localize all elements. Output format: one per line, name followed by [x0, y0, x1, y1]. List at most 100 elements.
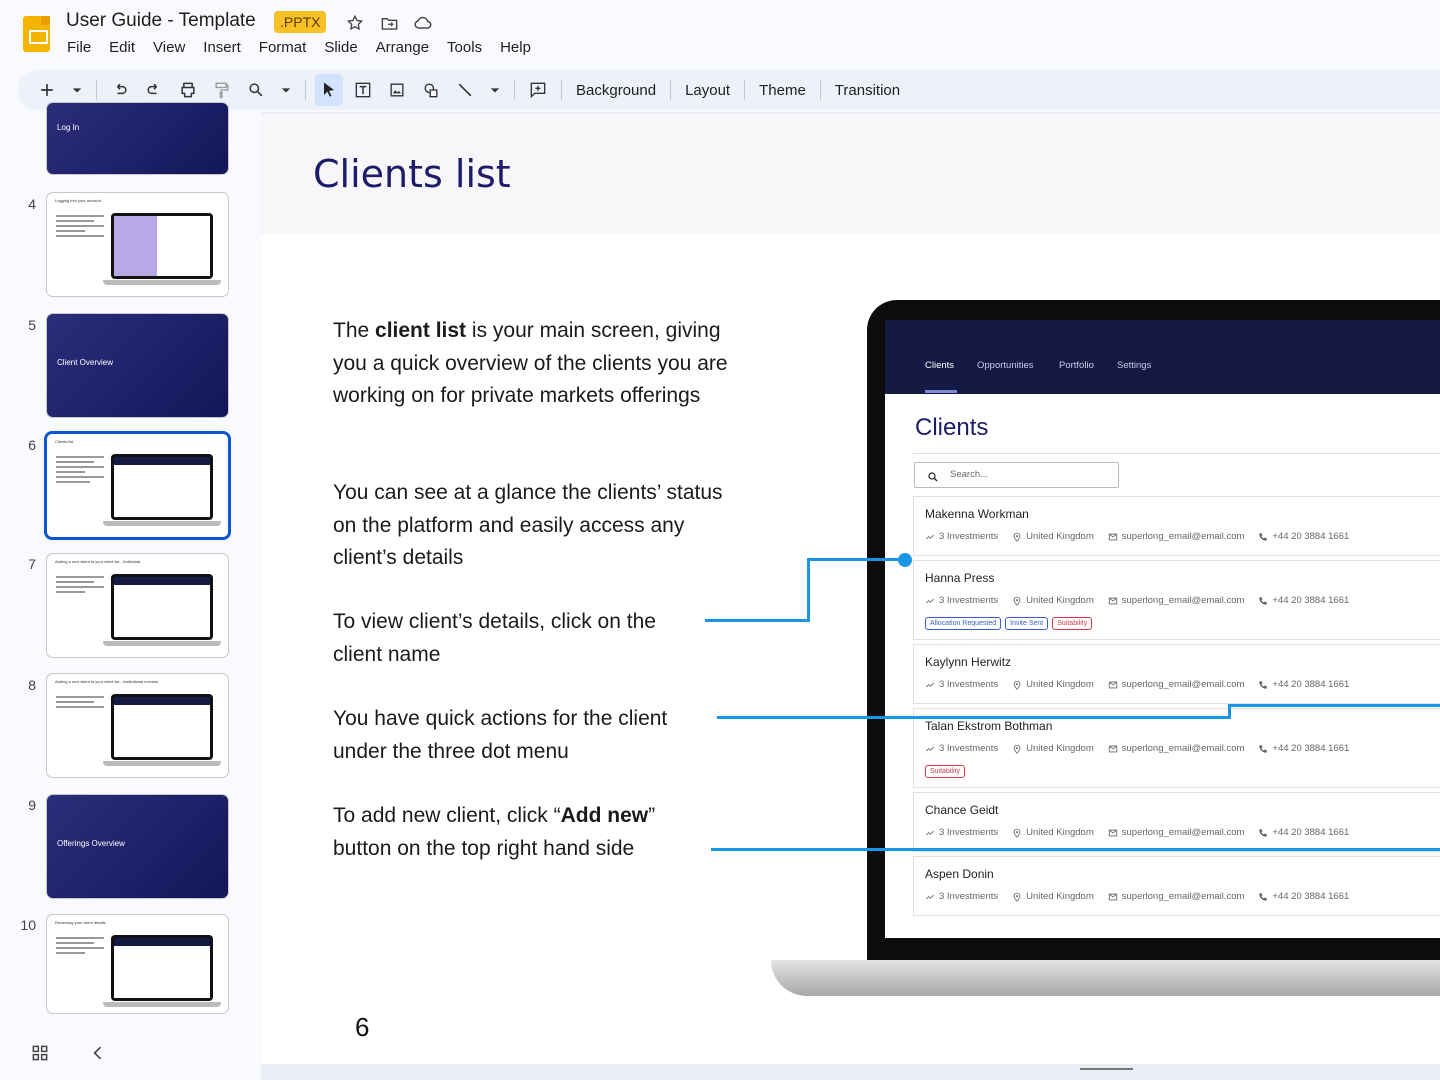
slide-title[interactable]: Clients list: [313, 152, 511, 196]
menu-slide[interactable]: Slide: [315, 38, 366, 58]
text-box-icon[interactable]: [349, 74, 377, 106]
slide-number: 6: [28, 437, 36, 453]
menu-edit[interactable]: Edit: [100, 38, 144, 58]
thumbnail-laptop-image: [103, 454, 221, 526]
phone-icon: +44 20 3884 1661: [1258, 679, 1349, 690]
thumbnail-laptop-image: [103, 694, 221, 766]
toolbar-divider: [305, 80, 306, 100]
line-icon[interactable]: [451, 74, 479, 106]
slide-number: 4: [28, 196, 36, 212]
thumbnail-laptop-image: [103, 935, 221, 1007]
slide-paragraph-2[interactable]: You can see at a glance the clients’ sta…: [333, 477, 728, 575]
line-dropdown-icon[interactable]: [485, 74, 505, 106]
laptop-mockup-image: Clients Opportunities Portfolio Settings…: [867, 300, 1440, 960]
menu-format[interactable]: Format: [250, 38, 316, 58]
slide[interactable]: Clients list The client list is your mai…: [261, 114, 1440, 1064]
thumbnail-title: Clients list: [55, 439, 74, 444]
grid-view-icon[interactable]: [30, 1043, 50, 1068]
email-icon: superlong_email@email.com: [1108, 891, 1244, 902]
thumbnail-text-lines: [56, 456, 104, 486]
menu-tools[interactable]: Tools: [438, 38, 491, 58]
laptop-base: [771, 960, 1440, 996]
title-bar: User Guide - Template .PPTX File Edit Vi…: [0, 0, 1440, 68]
toolbar: Background Layout Theme Transition: [18, 70, 1440, 110]
slide-thumbnail-7[interactable]: Adding a new client to your client list …: [46, 553, 229, 658]
toolbar-divider: [744, 80, 746, 100]
callout-line: [807, 558, 905, 561]
theme-button[interactable]: Theme: [751, 82, 814, 99]
background-button[interactable]: Background: [568, 82, 664, 99]
slide-thumbnail-10[interactable]: Reviewing your client details: [46, 914, 229, 1014]
slide-number: 9: [28, 797, 36, 813]
add-comment-icon[interactable]: [524, 74, 552, 106]
layout-button[interactable]: Layout: [677, 82, 738, 99]
client-status-tags: Allocation Requested Invite Sent Suitabili…: [925, 617, 1093, 630]
email-icon: superlong_email@email.com: [1108, 679, 1244, 690]
insert-image-icon[interactable]: [383, 74, 411, 106]
menu-view[interactable]: View: [144, 38, 194, 58]
client-name: Kaylynn Herwitz: [925, 655, 1012, 669]
slide-paragraph-1[interactable]: The client list is your main screen, giv…: [333, 315, 728, 413]
slide-thumbnail-6-selected[interactable]: Clients list: [44, 431, 231, 540]
select-cursor-icon[interactable]: [315, 74, 343, 106]
client-name: Makenna Workman: [925, 507, 1029, 521]
zoom-dropdown-icon[interactable]: [276, 74, 296, 106]
phone-icon: +44 20 3884 1661: [1258, 595, 1349, 606]
nav-portfolio: Portfolio: [1059, 360, 1094, 371]
thumbnail-title: Adding a new client to your client list …: [55, 559, 140, 564]
status-badge: Suitability: [925, 765, 965, 778]
slide-filmstrip: Log In 4 Logging into your account 5 Cli…: [0, 102, 261, 1080]
slide-thumbnail-5[interactable]: Client Overview: [46, 313, 229, 418]
slide-paragraph-3[interactable]: To view client’s details, click on the c…: [333, 606, 703, 671]
investments-icon: 3 Investments: [925, 743, 998, 754]
title-actions: [344, 12, 434, 34]
transition-button[interactable]: Transition: [827, 82, 908, 99]
thumbnail-laptop-image: [103, 574, 221, 646]
menu-arrange[interactable]: Arrange: [367, 38, 438, 58]
location-icon: United Kingdom: [1012, 827, 1094, 838]
slides-logo-icon[interactable]: [23, 16, 50, 52]
search-icon: [927, 469, 939, 493]
location-icon: United Kingdom: [1012, 531, 1094, 542]
thumbnail-text-lines: [56, 937, 104, 957]
location-icon: United Kingdom: [1012, 891, 1094, 902]
location-icon: United Kingdom: [1012, 679, 1094, 690]
slide-page-number: 6: [355, 1012, 370, 1042]
search-placeholder: Search...: [950, 469, 989, 480]
shape-icon[interactable]: [417, 74, 445, 106]
slide-number: 5: [28, 317, 36, 333]
slide-thumbnail-3[interactable]: Log In: [46, 102, 229, 175]
client-meta: 3 Investments United Kingdom superlong_ema…: [925, 743, 1363, 754]
location-icon: United Kingdom: [1012, 595, 1094, 606]
thumbnail-laptop-image: [103, 213, 221, 285]
callout-line: [711, 848, 1440, 851]
cloud-status-icon[interactable]: [412, 12, 434, 34]
client-card: Kaylynn Herwitz 3 Investments United Kingd…: [913, 644, 1440, 704]
client-name: Aspen Donin: [925, 867, 994, 881]
zoom-icon[interactable]: [242, 74, 270, 106]
menu-bar: File Edit View Insert Format Slide Arran…: [58, 38, 540, 58]
thumbnail-label: Offerings Overview: [57, 839, 125, 848]
slide-paragraph-5[interactable]: To add new client, click “Add new” butto…: [333, 800, 703, 865]
callout-line: [1228, 704, 1440, 707]
slide-thumbnail-8[interactable]: Adding a new client to your client list …: [46, 673, 229, 778]
collapse-panel-icon[interactable]: [88, 1043, 108, 1068]
menu-insert[interactable]: Insert: [194, 38, 250, 58]
star-icon[interactable]: [344, 12, 366, 34]
speaker-notes-handle[interactable]: [1080, 1068, 1133, 1070]
move-folder-icon[interactable]: [378, 12, 400, 34]
client-name: Chance Geidt: [925, 803, 999, 817]
menu-help[interactable]: Help: [491, 38, 540, 58]
client-meta: 3 Investments United Kingdom superlong_ema…: [925, 531, 1363, 542]
slide-thumbnail-4[interactable]: Logging into your account: [46, 192, 229, 297]
client-card: Chance Geidt 3 Investments United Kingdom s…: [913, 792, 1440, 852]
menu-file[interactable]: File: [58, 38, 100, 58]
toolbar-divider: [670, 80, 672, 100]
document-title[interactable]: User Guide - Template: [66, 10, 256, 32]
email-icon: superlong_email@email.com: [1108, 595, 1244, 606]
slide-thumbnail-9[interactable]: Offerings Overview: [46, 794, 229, 899]
slide-paragraph-4[interactable]: You have quick actions for the client un…: [333, 703, 713, 768]
thumbnail-label: Log In: [57, 123, 80, 132]
slide-number: 10: [20, 917, 36, 933]
investments-icon: 3 Investments: [925, 679, 998, 690]
